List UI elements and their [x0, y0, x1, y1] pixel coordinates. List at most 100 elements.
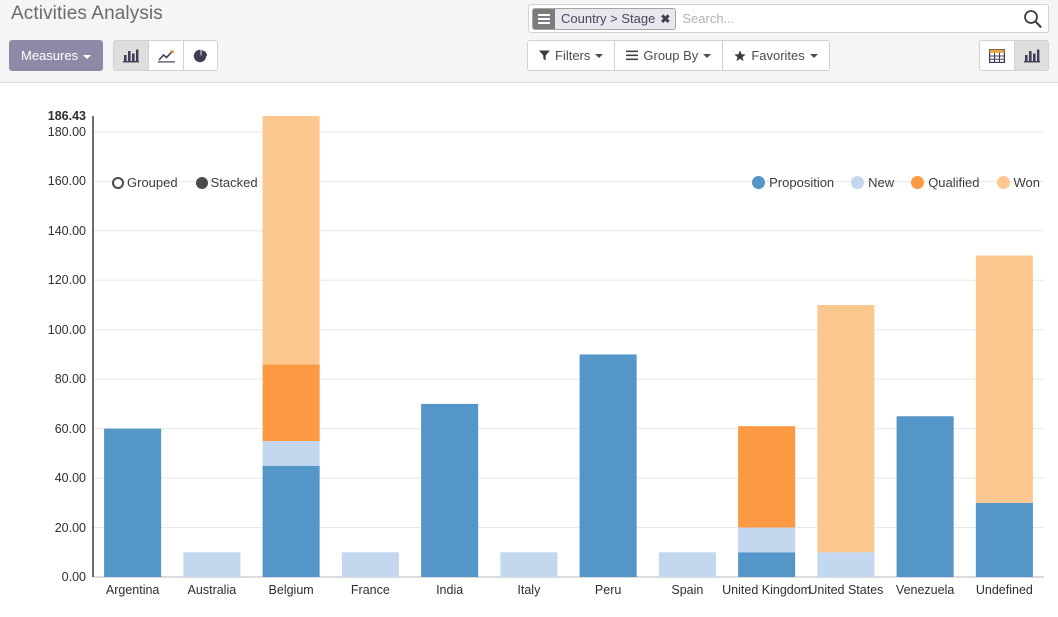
chevron-down-icon [595, 53, 604, 58]
chart-area: Grouped Stacked Proposition New Qualified W… [0, 83, 1058, 617]
group-by-label: Group By [643, 48, 699, 63]
legend-color-dot-icon [752, 176, 766, 189]
chevron-down-icon [809, 53, 818, 58]
bar-segment[interactable] [341, 552, 399, 577]
line-chart-icon [157, 49, 175, 62]
legend-item-won[interactable]: Won [996, 175, 1041, 190]
y-axis-tick-label: 100.00 [47, 322, 86, 337]
chevron-down-icon [703, 53, 712, 58]
search-bar[interactable]: Country > Stage ✖ [528, 4, 1049, 33]
favorites-button[interactable]: Favorites [722, 40, 830, 71]
legend-label: Qualified [928, 175, 980, 190]
bar-segment[interactable] [262, 441, 320, 466]
grouped-radio[interactable]: Grouped [112, 175, 178, 190]
pie-chart-icon [193, 48, 208, 63]
stacked-radio[interactable]: Stacked [195, 175, 258, 190]
x-axis-tick-label: India [436, 583, 464, 597]
bar-segment[interactable] [262, 116, 320, 365]
bar-segment[interactable] [817, 552, 875, 577]
x-axis-tick-label: Spain [671, 583, 704, 597]
legend-item-proposition[interactable]: Proposition [752, 175, 834, 190]
y-axis-tick-label: 140.00 [47, 223, 86, 238]
legend-item-new[interactable]: New [851, 175, 894, 190]
bar-segment[interactable] [896, 416, 954, 577]
bar-segment[interactable] [975, 255, 1033, 503]
search-facet-label: Country > Stage [561, 10, 656, 26]
bar-segment[interactable] [817, 304, 875, 553]
x-axis-tick-label: United Kingdom [722, 583, 812, 597]
star-icon [734, 49, 747, 62]
group-by-icon [626, 50, 639, 61]
pie-chart-button[interactable] [183, 40, 219, 71]
filters-label: Filters [555, 48, 591, 63]
stacked-label: Stacked [210, 175, 258, 190]
chart-type-group [113, 40, 219, 71]
measures-label: Measures [21, 48, 79, 63]
group-by-button[interactable]: Group By [614, 40, 723, 71]
y-axis-tick-label: 20.00 [54, 520, 86, 535]
chart-legend: Proposition New Qualified Won [752, 175, 1040, 190]
legend-color-dot-icon [851, 176, 865, 189]
radio-circle-icon [112, 176, 124, 189]
bar-segment[interactable] [738, 552, 796, 577]
pivot-view-button[interactable] [979, 40, 1014, 71]
left-controls: Measures [9, 40, 219, 71]
x-axis-tick-label: France [350, 583, 390, 597]
search-icon[interactable] [1023, 9, 1042, 28]
favorites-label: Favorites [751, 48, 805, 63]
chevron-down-icon [83, 54, 92, 59]
radio-circle-icon [195, 176, 208, 189]
bar-segment[interactable] [183, 552, 241, 577]
x-axis-tick-label: United States [808, 583, 884, 597]
page-title: Activities Analysis [11, 3, 163, 24]
y-axis-max-label: 186.43 [47, 109, 86, 123]
y-axis-tick-label: 40.00 [54, 471, 86, 486]
legend-color-dot-icon [911, 176, 925, 189]
y-axis-tick-label: 80.00 [54, 372, 86, 387]
bar-chart-icon [123, 49, 140, 62]
y-axis-tick-label: 0.00 [61, 570, 86, 584]
x-axis-tick-label: Belgium [268, 583, 314, 597]
x-axis-tick-label: Argentina [105, 583, 160, 597]
x-axis-tick-label: Venezuela [895, 583, 955, 597]
legend-item-qualified[interactable]: Qualified [911, 175, 980, 190]
pivot-view-icon [989, 48, 1005, 63]
measures-button[interactable]: Measures [9, 40, 104, 71]
bar-chart-button[interactable] [113, 40, 149, 71]
y-axis-tick-label: 160.00 [47, 174, 86, 189]
search-input[interactable] [676, 11, 1023, 26]
legend-label: New [868, 175, 895, 190]
y-axis-tick-label: 120.00 [47, 273, 86, 288]
line-chart-button[interactable] [148, 40, 184, 71]
bar-segment[interactable] [421, 403, 479, 577]
filter-icon [539, 50, 550, 61]
bar-segment[interactable] [262, 465, 320, 577]
bar-segment[interactable] [738, 527, 796, 553]
x-axis-tick-label: Italy [517, 583, 541, 597]
search-facet-country-stage[interactable]: Country > Stage ✖ [532, 7, 677, 30]
graph-view-button[interactable] [1014, 40, 1049, 71]
bar-segment[interactable] [975, 502, 1033, 577]
filter-controls: Filters Group By Favorites [527, 40, 830, 71]
x-axis-tick-label: Undefined [975, 583, 1033, 597]
graph-view-icon [1023, 49, 1040, 62]
legend-color-dot-icon [996, 176, 1010, 189]
y-axis-tick-label: 180.00 [47, 124, 86, 139]
legend-label: Won [1013, 175, 1041, 190]
chart-mode-toggles: Grouped Stacked [112, 175, 258, 190]
view-switcher [979, 40, 1049, 71]
bar-segment[interactable] [104, 428, 162, 577]
bar-segment[interactable] [262, 364, 320, 441]
x-axis-tick-label: Australia [187, 583, 237, 597]
control-panel: Activities Analysis Measures Country > S… [0, 0, 1058, 83]
close-icon[interactable]: ✖ [659, 9, 675, 29]
x-axis-tick-label: Peru [594, 583, 622, 597]
legend-label: Proposition [769, 175, 835, 190]
bar-segment[interactable] [579, 354, 637, 577]
bar-segment[interactable] [738, 426, 796, 528]
filters-button[interactable]: Filters [527, 40, 615, 71]
bar-segment[interactable] [500, 552, 558, 577]
y-axis-tick-label: 60.00 [54, 421, 86, 436]
bar-segment[interactable] [658, 552, 716, 577]
group-by-icon [533, 8, 555, 29]
